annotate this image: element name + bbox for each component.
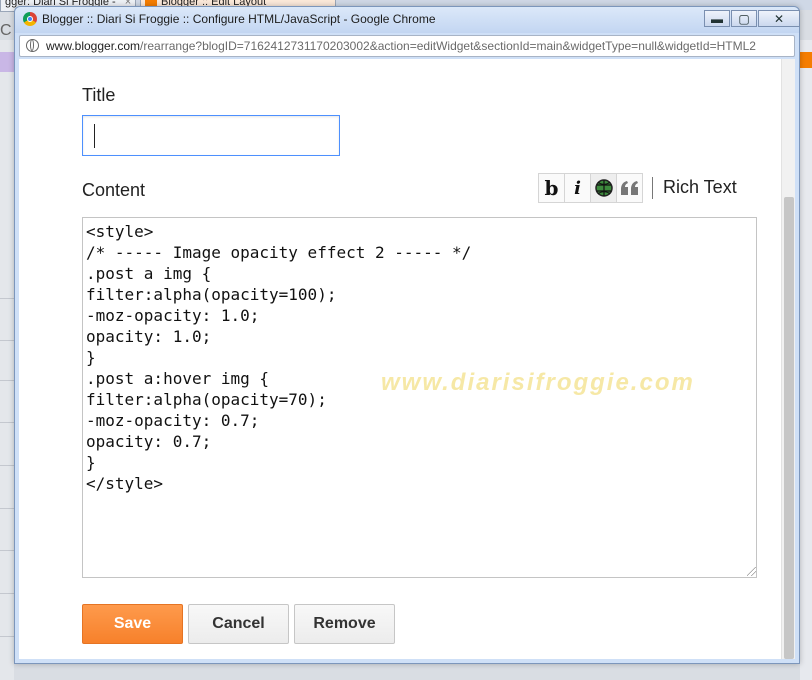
address-bar[interactable]: www.blogger.com/rearrange?blogID=7162412… <box>19 35 795 57</box>
resize-grip-icon[interactable] <box>747 567 756 576</box>
bold-button[interactable]: b <box>538 173 565 203</box>
title-input[interactable] <box>82 115 340 156</box>
background-page-right <box>800 40 812 680</box>
minimize-icon[interactable]: ▬ <box>704 10 730 27</box>
close-icon[interactable]: ✕ <box>758 10 800 27</box>
scrollbar[interactable] <box>781 59 795 659</box>
remove-button[interactable]: Remove <box>294 604 395 644</box>
editor-toolbar: b i Rich Text <box>538 173 737 203</box>
url-host: www.blogger.com <box>46 39 141 53</box>
popup-window: Blogger :: Diari Si Froggie :: Configure… <box>14 6 800 664</box>
text-caret <box>94 124 95 148</box>
quote-button[interactable] <box>616 173 643 203</box>
cancel-button[interactable]: Cancel <box>188 604 289 644</box>
bold-icon: b <box>544 176 559 200</box>
window-titlebar[interactable]: Blogger :: Diari Si Froggie :: Configure… <box>15 7 800 33</box>
italic-button[interactable]: i <box>564 173 591 203</box>
maximize-icon[interactable]: ▢ <box>731 10 757 27</box>
url-text[interactable]: www.blogger.com/rearrange?blogID=7162412… <box>46 39 756 53</box>
scrollbar-thumb[interactable] <box>784 197 794 659</box>
content-textarea[interactable]: <style> /* ----- Image opacity effect 2 … <box>82 217 757 578</box>
italic-icon: i <box>574 177 581 199</box>
save-button[interactable]: Save <box>82 604 183 644</box>
url-path: /rearrange?blogID=7162412731170203002&ac… <box>140 39 756 53</box>
link-button[interactable] <box>590 173 617 203</box>
background-bookmark-bar <box>0 52 14 72</box>
background-page-left: C ooi <box>0 22 16 680</box>
watermark: www.diarisifroggie.com <box>381 369 695 396</box>
globe-icon <box>26 39 39 52</box>
chrome-icon <box>23 12 37 26</box>
window-controls: ▬ ▢ ✕ <box>703 10 800 27</box>
content-label: Content <box>82 180 146 200</box>
background-blogger-icon <box>800 52 812 68</box>
background-text-fragment: C <box>0 22 12 39</box>
dialog-content: Title Content b i Rich Text <style> /* -… <box>19 59 795 659</box>
quote-icon <box>620 181 638 195</box>
title-label: Title <box>82 85 116 105</box>
window-title: Blogger :: Diari Si Froggie :: Configure… <box>42 12 436 26</box>
rich-text-link[interactable]: Rich Text <box>663 173 737 203</box>
link-globe-icon <box>594 179 613 197</box>
toolbar-separator <box>652 177 653 199</box>
